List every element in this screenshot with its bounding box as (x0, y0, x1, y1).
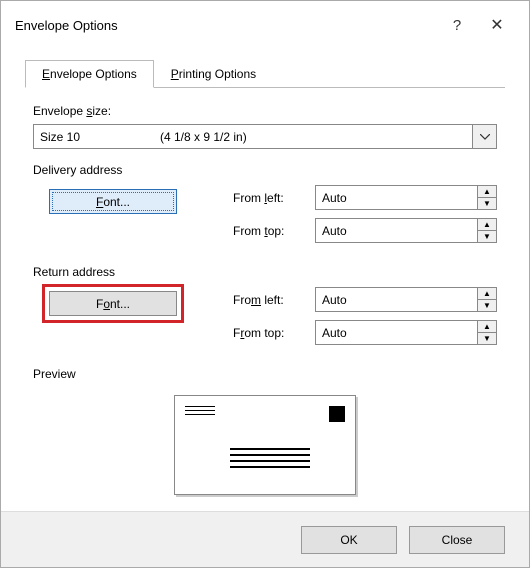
preview-label: Preview (33, 367, 497, 381)
spin-down-icon[interactable]: ▼ (478, 333, 496, 344)
delivery-from-top-label: From top: (233, 224, 315, 238)
tab-printing-options[interactable]: Printing Options (154, 60, 273, 88)
dialog-content: Envelope Options Printing Options Envelo… (1, 47, 529, 527)
delivery-from-top-input[interactable] (315, 218, 477, 243)
delivery-from-left-spinner[interactable]: ▲ ▼ (315, 185, 497, 210)
delivery-from-left-input[interactable] (315, 185, 477, 210)
spin-up-icon[interactable]: ▲ (478, 186, 496, 198)
return-address-label: Return address (33, 265, 497, 279)
tab-label: nvelope Options (50, 67, 137, 81)
delivery-font-button[interactable]: Font... (49, 189, 177, 214)
dialog-title: Envelope Options (15, 18, 437, 33)
close-icon[interactable]: ✕ (477, 11, 517, 39)
ok-button[interactable]: OK (301, 526, 397, 554)
delivery-from-left-label: From left: (233, 191, 315, 205)
spin-up-icon[interactable]: ▲ (478, 321, 496, 333)
return-font-button[interactable]: Font... (49, 291, 177, 316)
tab-label: rinting Options (179, 67, 256, 81)
envelope-size-info: (4 1/8 x 9 1/2 in) (160, 130, 472, 144)
chevron-down-icon[interactable] (472, 125, 496, 148)
delivery-from-top-spinner[interactable]: ▲ ▼ (315, 218, 497, 243)
delivery-address-preview (230, 448, 310, 472)
return-address-preview (185, 406, 215, 418)
tab-envelope-options[interactable]: Envelope Options (25, 60, 154, 88)
envelope-size-combo[interactable]: Size 10 (4 1/8 x 9 1/2 in) (33, 124, 497, 149)
return-from-left-input[interactable] (315, 287, 477, 312)
spin-up-icon[interactable]: ▲ (478, 219, 496, 231)
close-button[interactable]: Close (409, 526, 505, 554)
return-from-top-spinner[interactable]: ▲ ▼ (315, 320, 497, 345)
return-from-left-spinner[interactable]: ▲ ▼ (315, 287, 497, 312)
return-from-top-input[interactable] (315, 320, 477, 345)
spin-down-icon[interactable]: ▼ (478, 231, 496, 242)
envelope-preview (174, 395, 356, 495)
tab-panel: Envelope size: Size 10 (4 1/8 x 9 1/2 in… (25, 88, 505, 527)
return-font-highlight: Font... (42, 284, 184, 323)
spin-up-icon[interactable]: ▲ (478, 288, 496, 300)
return-from-left-label: From left: (233, 293, 315, 307)
delivery-address-section: Font... From left: ▲ ▼ (33, 185, 497, 251)
delivery-address-label: Delivery address (33, 163, 497, 177)
spin-down-icon[interactable]: ▼ (478, 300, 496, 311)
return-from-top-label: From top: (233, 326, 315, 340)
envelope-options-dialog: Envelope Options ? ✕ Envelope Options Pr… (0, 0, 530, 568)
dialog-footer: OK Close (1, 511, 529, 567)
tab-strip: Envelope Options Printing Options (25, 59, 505, 88)
preview-section: Preview (33, 367, 497, 495)
return-address-section: Font... From left: ▲ ▼ (33, 287, 497, 353)
title-bar: Envelope Options ? ✕ (1, 1, 529, 47)
stamp-icon (329, 406, 345, 422)
help-button[interactable]: ? (437, 11, 477, 39)
spin-down-icon[interactable]: ▼ (478, 198, 496, 209)
envelope-size-value: Size 10 (34, 130, 160, 144)
envelope-size-label: Envelope size: (33, 104, 497, 118)
